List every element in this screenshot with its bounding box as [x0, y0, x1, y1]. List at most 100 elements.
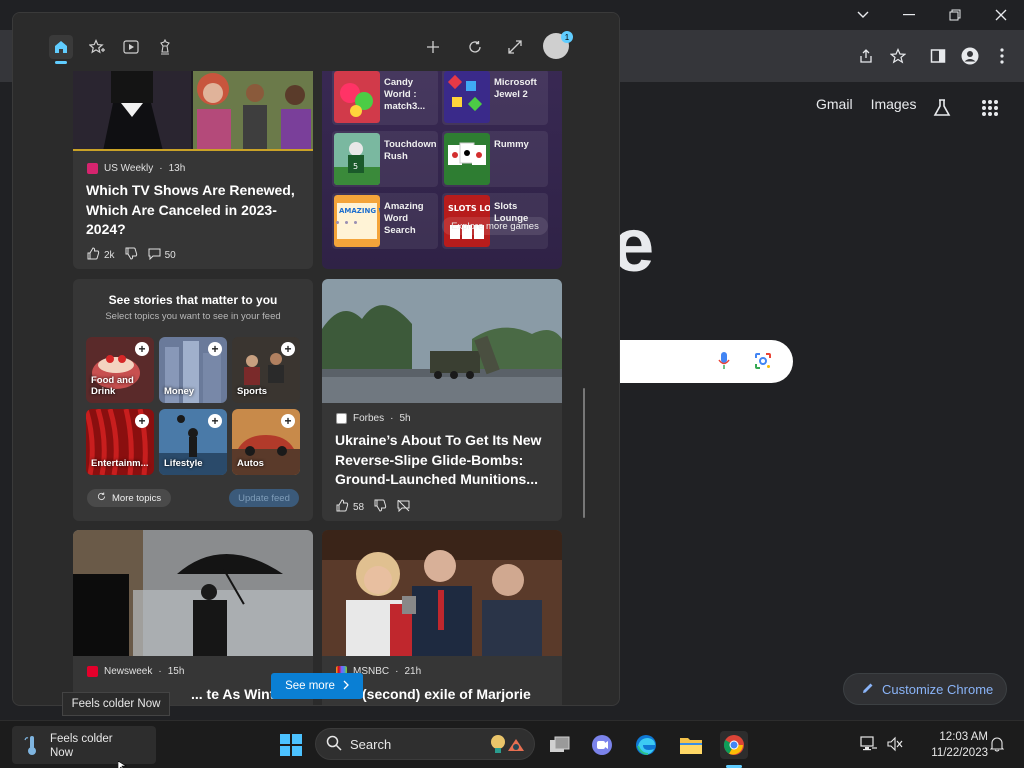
chess-icon[interactable] — [153, 35, 177, 59]
dislike-button[interactable] — [374, 499, 387, 515]
topic-label: Entertainm... — [91, 458, 149, 469]
close-icon[interactable] — [978, 4, 1024, 26]
topic-sports[interactable]: + Sports — [232, 337, 300, 403]
explore-more-games-button[interactable]: Explore more games — [442, 217, 548, 235]
see-more-button[interactable]: See more — [271, 673, 363, 699]
bookmark-star-icon[interactable] — [886, 44, 910, 68]
taskbar-search[interactable]: Search — [315, 728, 535, 760]
notification-bell-icon[interactable] — [988, 735, 1006, 753]
add-topic-icon[interactable]: + — [135, 342, 149, 356]
game-tile[interactable]: Rummy — [442, 131, 548, 187]
images-link[interactable]: Images — [871, 96, 917, 112]
start-windows-icon[interactable] — [277, 731, 305, 759]
source-age: 5h — [399, 413, 411, 424]
slots-lounge-thumb-text: SLOTS LOUNGE — [448, 204, 490, 213]
thumbs-down-icon — [374, 499, 387, 515]
teams-chat-icon[interactable] — [588, 731, 616, 759]
topic-autos[interactable]: + Autos — [232, 409, 300, 475]
voice-search-icon[interactable] — [718, 352, 730, 375]
game-name: Rummy — [494, 139, 529, 150]
task-view-icon[interactable] — [546, 731, 574, 759]
game-name: Amazing Word Search — [384, 201, 424, 236]
topic-entertainment[interactable]: + Entertainm... — [86, 409, 154, 475]
svg-text:5: 5 — [353, 162, 358, 171]
taskbar-clock[interactable]: 12:03 AM 11/22/2023 — [918, 729, 988, 761]
google-apps-icon[interactable] — [978, 96, 1002, 120]
more-topics-button[interactable]: More topics — [87, 489, 172, 507]
minimize-icon[interactable] — [886, 4, 932, 26]
article-source: Newsweek · 15h — [87, 666, 184, 677]
like-count: 2k — [104, 249, 115, 261]
article-source: US Weekly · 13h — [87, 163, 185, 174]
profile-icon[interactable] — [958, 44, 982, 68]
weather-widget[interactable]: Feels colder Now — [12, 726, 156, 764]
comments-off-button[interactable] — [397, 499, 410, 515]
add-topic-icon[interactable]: + — [135, 414, 149, 428]
edge-browser-icon[interactable] — [632, 731, 660, 759]
article-image — [322, 530, 562, 656]
widgets-panel: 1 US Weekly · 13h Which TV Shows Are Ren… — [12, 12, 620, 706]
game-tile[interactable]: 5 Touchdown Rush — [332, 131, 438, 187]
customize-chrome-button[interactable]: Customize Chrome — [843, 673, 1007, 705]
topic-food-and-drink[interactable]: + Food and Drink — [86, 337, 154, 403]
comment-button[interactable]: 50 — [148, 248, 176, 263]
tab-search-chevron-icon[interactable] — [840, 4, 886, 26]
lens-search-icon[interactable] — [754, 352, 772, 375]
topic-label: Autos — [237, 458, 264, 469]
thermometer-icon — [22, 734, 42, 756]
carousel-dots — [336, 221, 357, 224]
game-tile[interactable]: Microsoft Jewel 2 — [442, 69, 548, 125]
taskbar: Feels colder Now Search 12:03 AM 11/22/2… — [0, 720, 1024, 768]
more-topics-label: More topics — [112, 492, 162, 504]
pencil-icon — [862, 682, 874, 697]
source-name: US Weekly — [104, 163, 154, 174]
share-icon[interactable] — [854, 44, 878, 68]
article-headline[interactable]: Ukraine’s About To Get Its New Reverse-S… — [335, 431, 555, 490]
widgets-header: 1 — [13, 13, 619, 71]
add-topic-icon[interactable]: + — [208, 342, 222, 356]
clock-date: 11/22/2023 — [931, 747, 988, 759]
game-thumbnail — [444, 71, 490, 123]
add-icon[interactable] — [421, 35, 445, 59]
volume-muted-icon[interactable] — [886, 735, 904, 753]
labs-flask-icon[interactable] — [930, 96, 954, 120]
google-search-box[interactable] — [590, 340, 793, 383]
add-topic-icon[interactable]: + — [281, 414, 295, 428]
expand-icon[interactable] — [503, 35, 527, 59]
article-headline[interactable]: Which TV Shows Are Renewed, Which Are Ca… — [86, 181, 306, 240]
file-explorer-icon[interactable] — [677, 731, 705, 759]
topics-title: See stories that matter to you — [108, 293, 278, 307]
add-topic-icon[interactable]: + — [208, 414, 222, 428]
source-age: 21h — [404, 666, 422, 677]
video-icon[interactable] — [119, 35, 143, 59]
add-topic-icon[interactable]: + — [281, 342, 295, 356]
article-reactions: 58 — [336, 499, 410, 515]
more-menu-icon[interactable] — [990, 44, 1014, 68]
chrome-browser-icon[interactable] — [720, 731, 748, 759]
see-more-label: See more — [285, 680, 335, 692]
game-tile[interactable]: Candy World : match3... — [332, 69, 438, 125]
update-feed-button[interactable]: Update feed — [229, 489, 299, 507]
article-card-forbes[interactable]: Forbes · 5h Ukraine’s About To Get Its N… — [322, 279, 562, 521]
search-label: Search — [350, 736, 392, 752]
restore-icon[interactable] — [932, 4, 978, 26]
topic-money[interactable]: + Money — [159, 337, 227, 403]
topic-lifestyle[interactable]: + Lifestyle — [159, 409, 227, 475]
refresh-icon[interactable] — [463, 35, 487, 59]
article-headline[interactable]: (second) exile of Marjorie — [362, 685, 562, 705]
article-image — [322, 279, 562, 403]
like-count: 58 — [353, 501, 365, 513]
dislike-button[interactable] — [125, 247, 138, 263]
like-button[interactable]: 58 — [336, 499, 364, 515]
side-panel-icon[interactable] — [926, 44, 950, 68]
home-active-indicator — [55, 61, 67, 64]
weather-tooltip: Feels colder Now — [62, 692, 170, 716]
like-button[interactable]: 2k — [87, 247, 115, 263]
topic-label: Sports — [237, 386, 268, 397]
home-icon[interactable] — [49, 35, 73, 59]
scrollbar[interactable] — [583, 388, 585, 518]
topic-label: Food and Drink — [91, 375, 134, 397]
star-plus-icon[interactable] — [85, 35, 109, 59]
network-icon[interactable] — [860, 735, 878, 753]
gmail-link[interactable]: Gmail — [816, 96, 853, 112]
